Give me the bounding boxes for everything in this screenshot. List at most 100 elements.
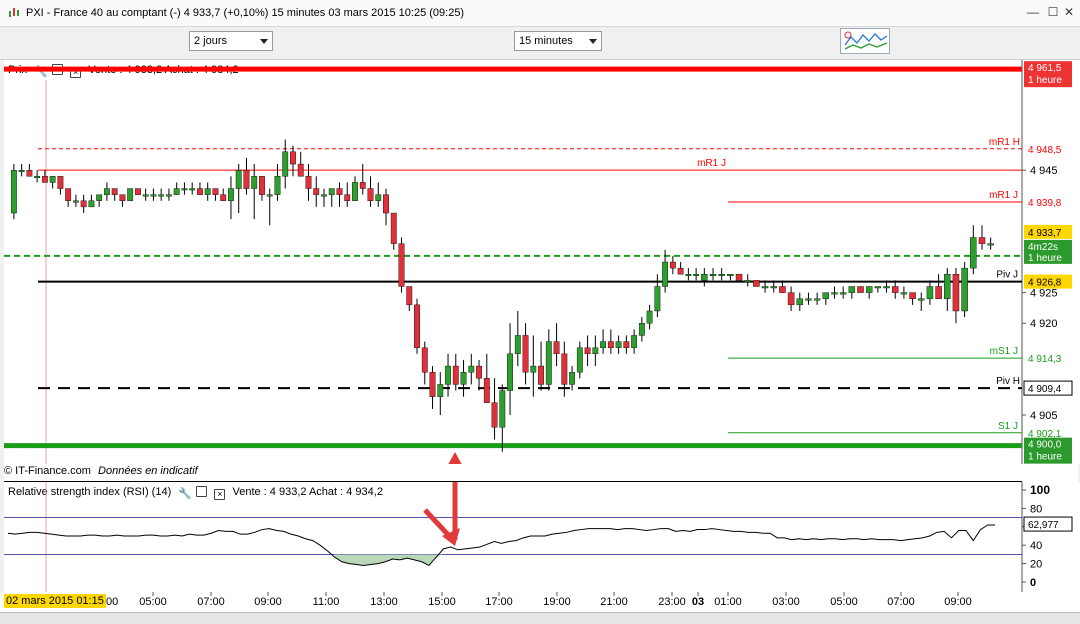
candle-body bbox=[313, 188, 320, 195]
title-bar: PXI - France 40 au comptant (-) 4 933,7 … bbox=[0, 0, 1080, 27]
level-label: mR1 J bbox=[697, 158, 726, 169]
candle-body bbox=[251, 176, 258, 189]
candle-body bbox=[874, 286, 882, 289]
level-label: Piv J bbox=[996, 270, 1018, 281]
interval-select-value: 15 minutes bbox=[519, 35, 573, 47]
time-tick-label: 15:00 bbox=[428, 596, 456, 608]
minimize-button[interactable]: — bbox=[1022, 4, 1044, 20]
candle-body bbox=[987, 243, 994, 246]
level-label: mR1 H bbox=[989, 137, 1020, 148]
time-tick-label: 21:00 bbox=[600, 596, 628, 608]
candle-body bbox=[421, 347, 428, 373]
level-badge-text: 4 909,4 bbox=[1028, 384, 1062, 395]
candle-body bbox=[65, 188, 72, 201]
candle-body bbox=[398, 243, 405, 287]
level-label: Piv H bbox=[996, 376, 1020, 387]
candle-body bbox=[10, 169, 17, 214]
candle-body bbox=[646, 310, 653, 324]
chevron-down-icon bbox=[260, 39, 268, 44]
candle-body bbox=[753, 280, 760, 287]
time-tick-label: 19:00 bbox=[543, 596, 571, 608]
candle-body bbox=[336, 188, 343, 195]
candle-body bbox=[135, 188, 141, 195]
level-badge-sub: 1 heure bbox=[1028, 75, 1062, 86]
candle-body bbox=[266, 194, 273, 197]
toolbar: 2 jours 15 minutes bbox=[0, 27, 1080, 60]
candle-body bbox=[142, 194, 149, 197]
candle-body bbox=[235, 169, 242, 189]
candle-body bbox=[414, 304, 420, 348]
close-button[interactable]: ✕ bbox=[1058, 4, 1080, 20]
candle-body bbox=[561, 353, 568, 385]
candle-body bbox=[437, 384, 444, 397]
indicators-button[interactable] bbox=[840, 28, 890, 54]
candle-body bbox=[918, 298, 925, 301]
level-badge-sub: 1 heure bbox=[1028, 452, 1062, 463]
time-tick-label: 09:00 bbox=[254, 596, 282, 608]
price-tick-label: 4 920 bbox=[1030, 318, 1058, 330]
level-badge-text: 4 914,3 bbox=[1028, 354, 1062, 365]
level-badge-text: 4 961,5 bbox=[1028, 63, 1062, 74]
candle-body bbox=[220, 194, 227, 201]
candle-body bbox=[538, 365, 544, 385]
candle-body bbox=[522, 335, 529, 373]
time-tick-label: 07:00 bbox=[887, 596, 915, 608]
candle-body bbox=[978, 237, 986, 244]
candle-body bbox=[197, 188, 203, 195]
rsi-value-badge-text: 62,977 bbox=[1028, 520, 1059, 531]
timer-badge-text: 4m22s bbox=[1028, 242, 1058, 253]
candle-body bbox=[119, 194, 126, 201]
price-tick-label: 4 945 bbox=[1030, 165, 1058, 177]
indicative-note: Données en indicatif bbox=[98, 465, 198, 477]
annotation-arrow-head bbox=[448, 452, 462, 464]
candle-body bbox=[150, 194, 157, 197]
candle-body bbox=[282, 151, 289, 177]
price-tick-label: 4 905 bbox=[1030, 410, 1058, 422]
candle-body bbox=[274, 176, 281, 195]
time-tick-label: 05:00 bbox=[830, 596, 858, 608]
candle-body bbox=[321, 194, 327, 197]
time-tick-label: 13:00 bbox=[370, 596, 398, 608]
candle-body bbox=[460, 371, 467, 385]
time-tick-label: 11:00 bbox=[313, 596, 340, 608]
candle-body bbox=[805, 298, 812, 301]
candle-body bbox=[770, 286, 777, 289]
candle-body bbox=[96, 194, 103, 201]
candle-body bbox=[631, 335, 638, 348]
candle-body bbox=[290, 151, 296, 165]
candle-body bbox=[822, 292, 830, 299]
time-tick-label: 03:00 bbox=[772, 596, 800, 608]
candle-body bbox=[375, 194, 382, 201]
candle-body bbox=[615, 341, 622, 348]
candle-body bbox=[34, 176, 41, 179]
candle-body bbox=[935, 286, 942, 299]
candle-body bbox=[727, 274, 734, 276]
candle-body bbox=[545, 341, 552, 385]
candle-body bbox=[507, 353, 513, 391]
candle-body bbox=[779, 286, 786, 293]
footer-source-row: © IT-Finance.com Données en indicatif bbox=[4, 465, 198, 477]
level-badge-text: 4 948,5 bbox=[1028, 145, 1062, 156]
candle-body bbox=[961, 267, 968, 312]
candle-body bbox=[243, 169, 250, 189]
candle-body bbox=[491, 402, 498, 428]
candle-body bbox=[735, 274, 743, 281]
candle-body bbox=[685, 274, 692, 276]
candle-body bbox=[158, 194, 165, 197]
rsi-chart[interactable]: 02040608010062,977 bbox=[0, 482, 1080, 592]
candle-body bbox=[127, 188, 134, 201]
period-select[interactable]: 2 jours bbox=[189, 31, 273, 51]
candle-body bbox=[891, 286, 899, 293]
candle-body bbox=[600, 341, 607, 348]
candle-body bbox=[865, 286, 873, 293]
candle-body bbox=[212, 188, 219, 195]
candle-body bbox=[476, 365, 482, 379]
candle-body bbox=[584, 347, 591, 355]
time-tick-label: 05:00 bbox=[139, 596, 167, 608]
rsi-tick-label: 0 bbox=[1030, 577, 1036, 589]
price-chart[interactable]: 4 9054 9204 9254 9454 961,51 heuremR1 H4… bbox=[0, 60, 1080, 464]
indicators-icon bbox=[844, 31, 888, 50]
candle-body bbox=[468, 365, 475, 373]
candle-body bbox=[701, 274, 708, 281]
interval-select[interactable]: 15 minutes bbox=[514, 31, 602, 51]
